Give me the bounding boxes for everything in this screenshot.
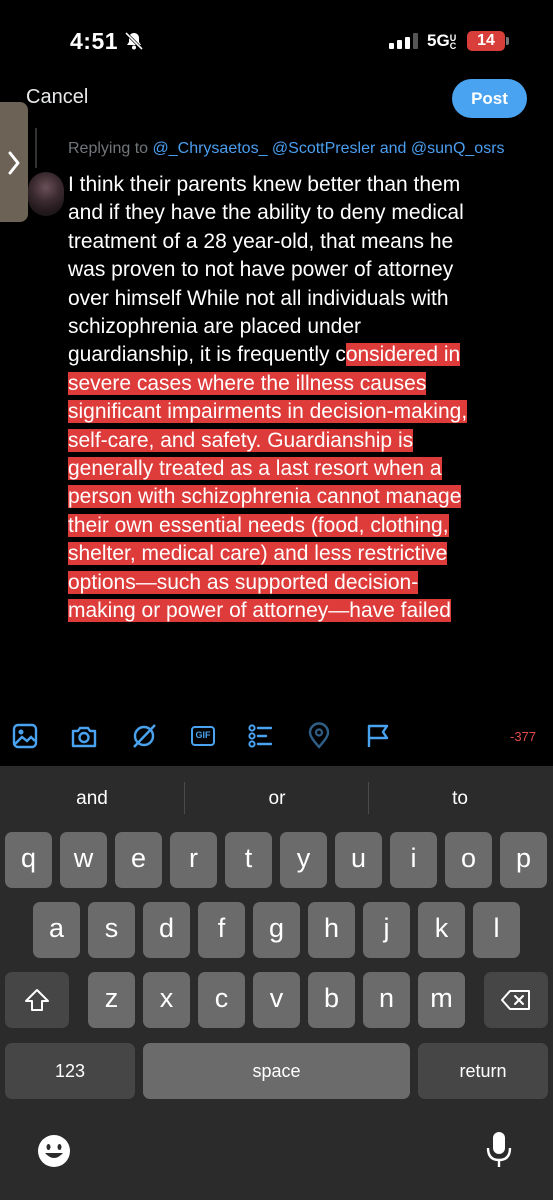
key-o[interactable]: o	[445, 832, 492, 888]
gif-icon[interactable]: GIF	[189, 722, 217, 750]
network-indicator: 5GUC	[427, 31, 457, 51]
key-f[interactable]: f	[198, 902, 245, 958]
mention-link[interactable]: @_Chrysaetos_	[153, 140, 268, 157]
key-e[interactable]: e	[115, 832, 162, 888]
key-y[interactable]: y	[280, 832, 327, 888]
suggestion-and[interactable]: and	[22, 788, 162, 810]
post-button[interactable]: Post	[452, 79, 527, 118]
suggestion-or[interactable]: or	[207, 788, 347, 810]
signal-icon	[389, 33, 418, 49]
key-m[interactable]: m	[418, 972, 465, 1028]
compose-plain-text: I think their parents knew better than t…	[68, 173, 464, 367]
key-c[interactable]: c	[198, 972, 245, 1028]
key-u[interactable]: u	[335, 832, 382, 888]
suggestion-to[interactable]: to	[390, 788, 530, 810]
key-r[interactable]: r	[170, 832, 217, 888]
suggestion-divider	[368, 782, 369, 814]
location-icon[interactable]	[305, 722, 333, 750]
cancel-button[interactable]: Cancel	[26, 86, 88, 109]
chevron-right-icon	[8, 151, 20, 175]
key-n[interactable]: n	[363, 972, 410, 1028]
key-s[interactable]: s	[88, 902, 135, 958]
key-x[interactable]: x	[143, 972, 190, 1028]
key-j[interactable]: j	[363, 902, 410, 958]
battery-indicator: 14	[467, 31, 505, 51]
shift-key[interactable]	[5, 972, 69, 1028]
key-l[interactable]: l	[473, 902, 520, 958]
key-t[interactable]: t	[225, 832, 272, 888]
image-icon[interactable]	[11, 722, 39, 750]
return-key[interactable]: return	[418, 1043, 548, 1099]
bell-off-icon	[124, 31, 144, 51]
key-k[interactable]: k	[418, 902, 465, 958]
suggestion-divider	[184, 782, 185, 814]
battery-nub	[506, 37, 509, 45]
space-key[interactable]: space	[143, 1043, 410, 1099]
key-q[interactable]: q	[5, 832, 52, 888]
status-time: 4:51	[70, 28, 119, 54]
side-panel-handle[interactable]	[0, 102, 28, 222]
numbers-key[interactable]: 123	[5, 1043, 135, 1099]
poll-icon[interactable]	[246, 722, 274, 750]
key-a[interactable]: a	[33, 902, 80, 958]
key-z[interactable]: z	[88, 972, 135, 1028]
emoji-icon[interactable]	[36, 1133, 72, 1169]
camera-icon[interactable]	[70, 722, 98, 750]
key-d[interactable]: d	[143, 902, 190, 958]
avatar[interactable]	[28, 172, 64, 216]
key-h[interactable]: h	[308, 902, 355, 958]
shift-icon	[25, 989, 49, 1011]
compose-text-area[interactable]: I think their parents knew better than t…	[68, 171, 528, 626]
flag-icon[interactable]	[364, 722, 392, 750]
key-i[interactable]: i	[390, 832, 437, 888]
thread-line	[35, 128, 37, 168]
key-p[interactable]: p	[500, 832, 547, 888]
backspace-icon	[501, 990, 530, 1010]
backspace-key[interactable]	[484, 972, 548, 1028]
mention-link[interactable]: @sunQ_osrs	[411, 140, 505, 157]
character-count: -377	[510, 729, 537, 744]
microphone-icon[interactable]	[484, 1130, 514, 1170]
selected-text: onsidered in severe cases where the illn…	[68, 343, 468, 623]
grok-icon[interactable]	[130, 722, 158, 750]
key-w[interactable]: w	[60, 832, 107, 888]
mention-link[interactable]: @ScottPresler	[272, 140, 375, 157]
key-g[interactable]: g	[253, 902, 300, 958]
key-v[interactable]: v	[253, 972, 300, 1028]
key-b[interactable]: b	[308, 972, 355, 1028]
replying-to-line: Replying to @_Chrysaetos_ @ScottPresler …	[68, 140, 505, 157]
